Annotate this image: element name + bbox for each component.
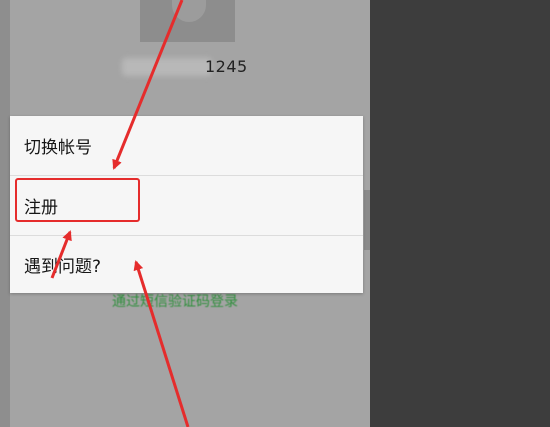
phone-screen: 1245 通过短信验证码登录 切换帐号 注册 遇到问题? [0, 0, 370, 427]
menu-item-label: 遇到问题? [24, 257, 102, 277]
menu-item-label: 切换帐号 [24, 138, 92, 158]
popup-menu: 切换帐号 注册 遇到问题? [10, 116, 363, 293]
menu-item-problems[interactable]: 遇到问题? [10, 236, 363, 293]
menu-item-label: 注册 [24, 198, 58, 218]
sms-login-link[interactable]: 通过短信验证码登录 [112, 291, 238, 311]
scrollbar [364, 190, 370, 250]
account-number: 1245 [205, 57, 248, 76]
screenshot-stage: 1245 通过短信验证码登录 切换帐号 注册 遇到问题? [0, 0, 550, 427]
account-blurred-digits [122, 58, 212, 76]
menu-item-register[interactable]: 注册 [10, 176, 363, 235]
avatar-silhouette [172, 0, 206, 22]
menu-item-switch-account[interactable]: 切换帐号 [10, 116, 363, 175]
screen-left-edge [0, 0, 10, 427]
avatar [140, 0, 235, 42]
